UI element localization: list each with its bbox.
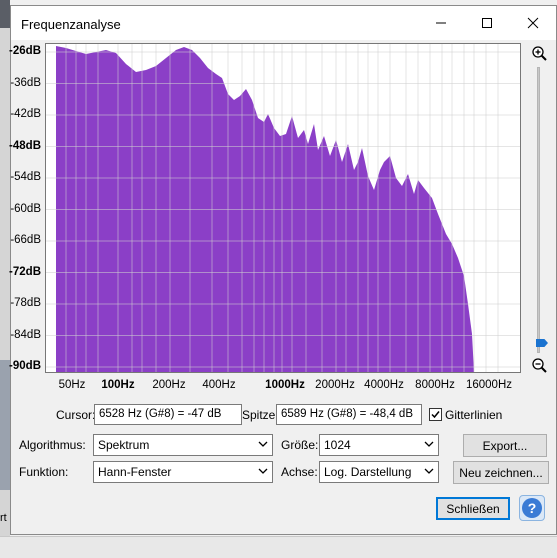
- size-value: 1024: [324, 438, 351, 452]
- x-axis-label: 16000Hz: [465, 379, 513, 391]
- spectrum-graph[interactable]: [46, 44, 520, 372]
- close-window-button[interactable]: [510, 6, 556, 40]
- chevron-down-icon: [424, 468, 434, 474]
- size-label: Größe:: [281, 438, 319, 452]
- x-axis-label: 50Hz: [58, 379, 86, 391]
- gridlines-checkbox[interactable]: [429, 408, 442, 421]
- minimize-icon: [436, 22, 446, 24]
- zoom-out-icon[interactable]: [531, 357, 549, 375]
- y-axis-label: -90dB: [9, 360, 41, 372]
- maximize-button[interactable]: [464, 6, 510, 40]
- y-axis-label: -42dB: [10, 108, 41, 120]
- export-button[interactable]: Export...: [463, 434, 547, 457]
- function-value: Hann-Fenster: [98, 465, 172, 479]
- x-axis-label: 8000Hz: [415, 379, 455, 391]
- x-axis-label: 100Hz: [101, 379, 135, 391]
- help-button[interactable]: ?: [519, 495, 545, 521]
- frequency-analysis-window: Frequenzanalyse -26dB -36dB -42dB -48dB -54d…: [9, 5, 557, 535]
- window-title: Frequenzanalyse: [21, 17, 121, 32]
- y-axis-label: -48dB: [9, 139, 41, 152]
- title-bar[interactable]: Frequenzanalyse: [11, 6, 556, 40]
- axis-label: Achse:: [281, 465, 318, 479]
- size-select[interactable]: 1024: [319, 434, 439, 456]
- y-axis-label: -78dB: [10, 297, 41, 309]
- y-axis-label: -36dB: [10, 76, 41, 89]
- cursor-label: Cursor:: [56, 408, 96, 422]
- function-label: Funktion:: [19, 465, 69, 479]
- x-axis-label: 1000Hz: [265, 379, 305, 391]
- axis-value: Log. Darstellung: [324, 465, 412, 479]
- axis-select[interactable]: Log. Darstellung: [319, 461, 439, 483]
- x-axis-label: 2000Hz: [315, 379, 355, 391]
- peak-label: Spitze:: [242, 408, 279, 422]
- y-axis-label: -72dB: [9, 265, 41, 278]
- background-window-edge: [0, 0, 10, 28]
- peak-readout: 6589 Hz (G#8) = -48,4 dB: [276, 404, 422, 425]
- y-axis-label: -84dB: [10, 328, 41, 341]
- zoom-slider-panel[interactable]: [527, 43, 551, 378]
- zoom-slider-track[interactable]: [537, 67, 540, 353]
- background-window-strip: [0, 0, 10, 558]
- chevron-down-icon: [424, 441, 434, 447]
- spectrum-plot[interactable]: [45, 43, 521, 373]
- taskbar: [0, 536, 557, 558]
- background-window-panel: [0, 360, 10, 490]
- y-axis-label: -66dB: [10, 234, 41, 246]
- close-icon: [527, 17, 539, 29]
- checkmark-icon: [431, 411, 440, 419]
- redraw-button[interactable]: Neu zeichnen...: [453, 461, 549, 484]
- zoom-slider-thumb[interactable]: [536, 339, 548, 347]
- chevron-down-icon: [258, 468, 268, 474]
- cursor-readout: 6528 Hz (G#8) = -47 dB: [94, 404, 242, 425]
- chevron-down-icon: [258, 441, 268, 447]
- y-axis-label: -60dB: [10, 202, 41, 215]
- x-axis-label: 400Hz: [202, 379, 236, 391]
- close-button[interactable]: Schließen: [436, 497, 510, 520]
- maximize-icon: [482, 18, 492, 28]
- algorithm-label: Algorithmus:: [19, 438, 86, 452]
- y-axis-label: -26dB: [9, 45, 41, 57]
- x-axis-label: 4000Hz: [364, 379, 404, 391]
- algorithm-value: Spektrum: [98, 438, 150, 452]
- minimize-button[interactable]: [418, 6, 464, 40]
- gridlines-label[interactable]: Gitterlinien: [445, 408, 502, 422]
- function-select[interactable]: Hann-Fenster: [93, 461, 273, 483]
- x-axis-label: 200Hz: [152, 379, 186, 391]
- algorithm-select[interactable]: Spektrum: [93, 434, 273, 456]
- zoom-in-icon[interactable]: [531, 45, 549, 63]
- background-text-fragment: rt: [0, 512, 7, 524]
- y-axis-label: -54dB: [10, 171, 41, 183]
- help-icon: ?: [522, 498, 542, 518]
